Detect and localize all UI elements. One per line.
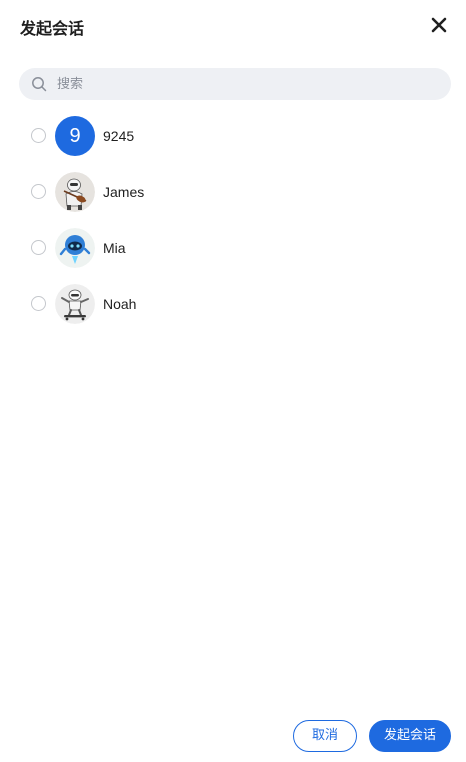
cancel-button[interactable]: 取消 [293,720,357,752]
contact-name: Mia [103,240,126,256]
contact-row-james[interactable]: James [0,164,466,220]
contact-row-mia[interactable]: Mia [0,220,466,276]
skateboard-robot-avatar-icon [55,284,95,324]
select-radio[interactable] [31,184,46,199]
start-conversation-button[interactable]: 发起会话 [369,720,451,752]
select-radio[interactable] [31,128,46,143]
blue-robot-avatar-icon [55,228,95,268]
contact-name: Noah [103,296,137,312]
contact-name: 9245 [103,128,135,144]
search-input[interactable] [57,68,437,100]
dialog-title: 发起会话 [20,19,85,38]
avatar [55,228,95,268]
search-icon [32,77,47,92]
violinist-robot-avatar-icon [55,172,95,212]
avatar [55,172,95,212]
close-icon [431,17,447,33]
contact-row-noah[interactable]: Noah [0,276,466,332]
close-button[interactable] [428,14,450,36]
contact-row-9245[interactable]: 9 9245 [0,108,466,164]
avatar: 9 [55,116,95,156]
contact-name: James [103,184,145,200]
select-radio[interactable] [31,240,46,255]
select-radio[interactable] [31,296,46,311]
search-box[interactable] [19,68,451,100]
contact-list: 9 9245 James Mia Noah [0,108,466,332]
avatar [55,284,95,324]
start-conversation-dialog: 发起会话 9 9245 [0,0,466,762]
